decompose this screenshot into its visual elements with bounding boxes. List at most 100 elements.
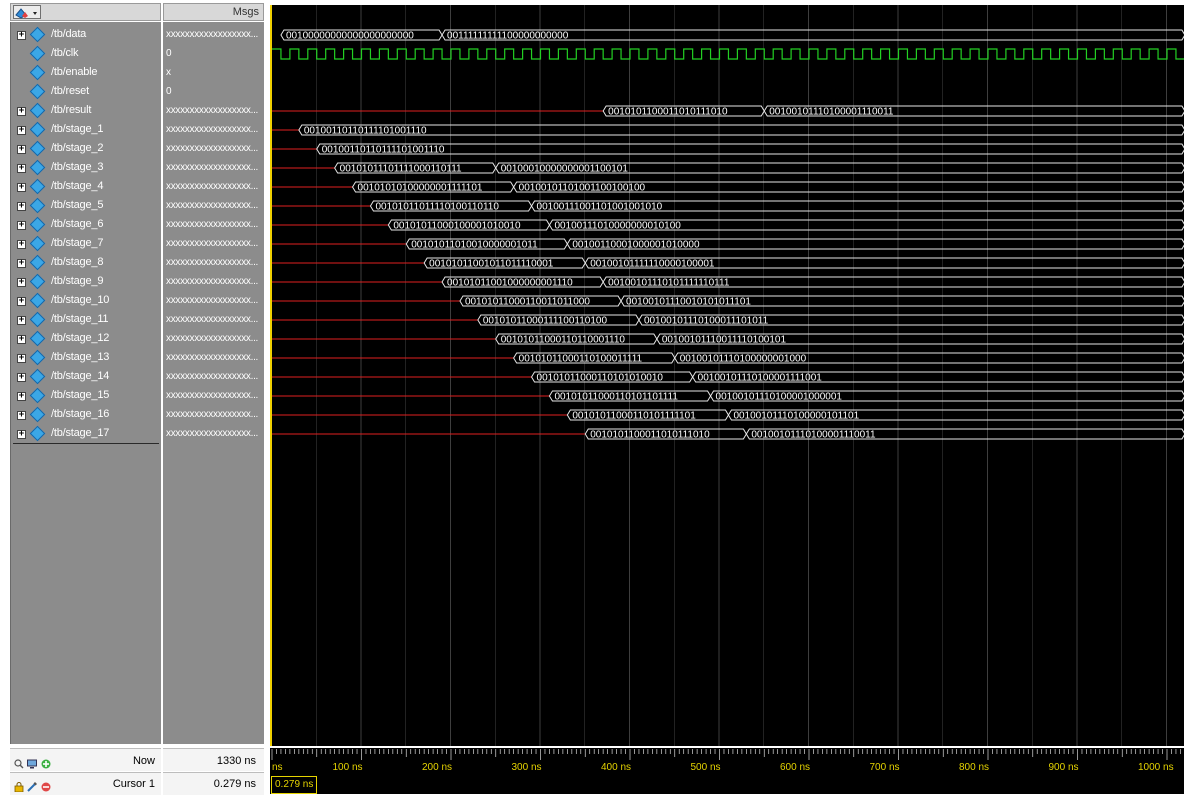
expand-plus-icon[interactable]: + xyxy=(17,316,26,325)
add-cursor-icon[interactable] xyxy=(41,756,51,769)
signal-diamond-icon xyxy=(29,178,46,195)
expand-plus-icon[interactable]: + xyxy=(17,411,26,420)
signal-row[interactable]: + /tb/stage_7 xyxy=(11,235,162,254)
expand-plus-icon[interactable]: + xyxy=(17,278,26,287)
zoom-icon[interactable] xyxy=(14,756,24,769)
expand-plus-icon[interactable]: + xyxy=(17,430,26,439)
signal-row[interactable]: + /tb/stage_3 xyxy=(11,159,162,178)
ruler-tick-label: 700 ns xyxy=(869,762,900,772)
expand-plus-icon[interactable]: + xyxy=(17,297,26,306)
expand-plus-icon[interactable]: + xyxy=(17,259,26,268)
name-pane-header xyxy=(10,3,161,21)
signal-name[interactable]: /tb/stage_8 xyxy=(51,256,103,268)
signal-row[interactable]: + /tb/stage_10 xyxy=(11,292,162,311)
signal-name[interactable]: /tb/clk xyxy=(51,47,79,59)
signal-select-icon[interactable] xyxy=(13,5,41,19)
signal-name[interactable]: /tb/stage_10 xyxy=(51,294,109,306)
signal-value: xxxxxxxxxxxxxxxxxx... xyxy=(166,276,259,287)
bus-value-label: 00100101110010101011101 xyxy=(626,297,751,308)
signal-diamond-icon xyxy=(29,159,46,176)
signal-name[interactable]: /tb/stage_5 xyxy=(51,199,103,211)
expand-plus-icon[interactable]: + xyxy=(17,221,26,230)
signal-name[interactable]: /tb/stage_13 xyxy=(51,351,109,363)
lock-icon[interactable] xyxy=(14,779,24,793)
signal-row[interactable]: /tb/clk xyxy=(11,45,162,64)
signal-name[interactable]: /tb/stage_15 xyxy=(51,389,109,401)
cursor-1-line[interactable] xyxy=(270,5,272,746)
signal-name[interactable]: /tb/stage_11 xyxy=(51,313,109,325)
expand-plus-icon[interactable]: + xyxy=(17,202,26,211)
signal-name[interactable]: /tb/result xyxy=(51,104,91,116)
expand-plus-icon[interactable]: + xyxy=(17,31,26,40)
signal-row[interactable]: + /tb/stage_6 xyxy=(11,216,162,235)
bus-value-label: 00101011000110100011111 xyxy=(519,354,643,365)
signal-name[interactable]: /tb/enable xyxy=(51,66,98,78)
signal-row[interactable]: + /tb/stage_16 xyxy=(11,406,162,425)
signal-name[interactable]: /tb/stage_12 xyxy=(51,332,109,344)
signal-row[interactable]: + /tb/stage_15 xyxy=(11,387,162,406)
signal-row[interactable]: + /tb/stage_11 xyxy=(11,311,162,330)
signal-name[interactable]: /tb/stage_1 xyxy=(51,123,103,135)
cursor-row: Cursor 1 xyxy=(10,772,161,795)
signal-name[interactable]: /tb/stage_6 xyxy=(51,218,103,230)
expand-plus-icon[interactable]: + xyxy=(17,164,26,173)
expand-plus-icon[interactable]: + xyxy=(17,240,26,249)
signal-name[interactable]: /tb/stage_3 xyxy=(51,161,103,173)
signal-diamond-icon xyxy=(29,83,46,100)
signal-name[interactable]: /tb/stage_7 xyxy=(51,237,103,249)
signal-row[interactable]: + /tb/stage_4 xyxy=(11,178,162,197)
waveform-pane[interactable]: 00100000000000000000000 00111111111100000… xyxy=(270,5,1184,746)
signal-row[interactable]: + /tb/stage_1 xyxy=(11,121,162,140)
signal-name[interactable]: /tb/stage_4 xyxy=(51,180,103,192)
signal-name[interactable]: /tb/stage_14 xyxy=(51,370,109,382)
signal-row[interactable]: + /tb/stage_14 xyxy=(11,368,162,387)
signal-value: xxxxxxxxxxxxxxxxxx... xyxy=(166,143,259,154)
signal-value: x xyxy=(166,67,171,78)
cursor-1-tag[interactable]: 0.279 ns xyxy=(271,776,318,794)
expand-plus-icon[interactable]: + xyxy=(17,373,26,382)
signal-row[interactable]: + /tb/stage_2 xyxy=(11,140,162,159)
signal-row[interactable]: + /tb/stage_8 xyxy=(11,254,162,273)
remove-cursor-icon[interactable] xyxy=(41,779,51,792)
ruler-tick-label: 100 ns xyxy=(332,762,363,772)
signal-name[interactable]: /tb/stage_2 xyxy=(51,142,103,154)
signal-row[interactable]: + /tb/result xyxy=(11,102,162,121)
signal-row[interactable]: + /tb/stage_12 xyxy=(11,330,162,349)
signal-diamond-icon xyxy=(29,406,46,423)
signal-row[interactable]: + /tb/stage_5 xyxy=(11,197,162,216)
expand-plus-icon[interactable]: + xyxy=(17,183,26,192)
signal-row[interactable]: + /tb/stage_9 xyxy=(11,273,162,292)
expand-plus-icon[interactable]: + xyxy=(17,145,26,154)
signal-row[interactable]: /tb/enable xyxy=(11,64,162,83)
monitor-icon[interactable] xyxy=(27,756,37,769)
expand-plus-icon[interactable]: + xyxy=(17,107,26,116)
signal-diamond-icon xyxy=(29,425,46,442)
signal-name[interactable]: /tb/data xyxy=(51,28,86,40)
bus-value-label: 00101011000111100110100 xyxy=(483,316,608,327)
signal-row[interactable]: + /tb/data xyxy=(11,26,162,45)
signal-value: xxxxxxxxxxxxxxxxxx... xyxy=(166,409,259,420)
bus-value-label: 00101011000100001010010 xyxy=(393,221,521,232)
signal-row[interactable]: + /tb/stage_13 xyxy=(11,349,162,368)
edit-icon[interactable] xyxy=(27,779,37,792)
signal-name[interactable]: /tb/stage_16 xyxy=(51,408,109,420)
time-ruler[interactable]: ns 100 ns 200 ns 300 ns 400 ns 500 ns 600 ns 70… xyxy=(270,748,1184,772)
signal-name[interactable]: /tb/stage_9 xyxy=(51,275,103,287)
bus-value-label: 00101011101111000110111 xyxy=(340,164,462,175)
signal-value: xxxxxxxxxxxxxxxxxx... xyxy=(166,238,259,249)
bus-value-label: 00100101110100001110011 xyxy=(751,430,876,441)
bus-value-label: 00101011001011011110001 xyxy=(429,259,554,270)
expand-plus-icon[interactable]: + xyxy=(17,392,26,401)
signal-row[interactable]: /tb/reset xyxy=(11,83,162,102)
signal-name-pane: + /tb/data/tb/clk/tb/enable/tb/reset + /tb/… xyxy=(0,0,163,796)
signal-diamond-icon xyxy=(29,140,46,157)
cursor-1-label[interactable]: Cursor 1 xyxy=(113,778,155,790)
expand-plus-icon[interactable]: + xyxy=(17,335,26,344)
signal-row[interactable]: + /tb/stage_17 xyxy=(11,425,162,444)
expand-plus-icon[interactable]: + xyxy=(17,126,26,135)
bus-value-label: 00100110001000001010000 xyxy=(572,240,700,251)
signal-name[interactable]: /tb/stage_17 xyxy=(51,427,109,439)
signal-name[interactable]: /tb/reset xyxy=(51,85,89,97)
expand-plus-icon[interactable]: + xyxy=(17,354,26,363)
signal-value: 0 xyxy=(166,86,172,97)
